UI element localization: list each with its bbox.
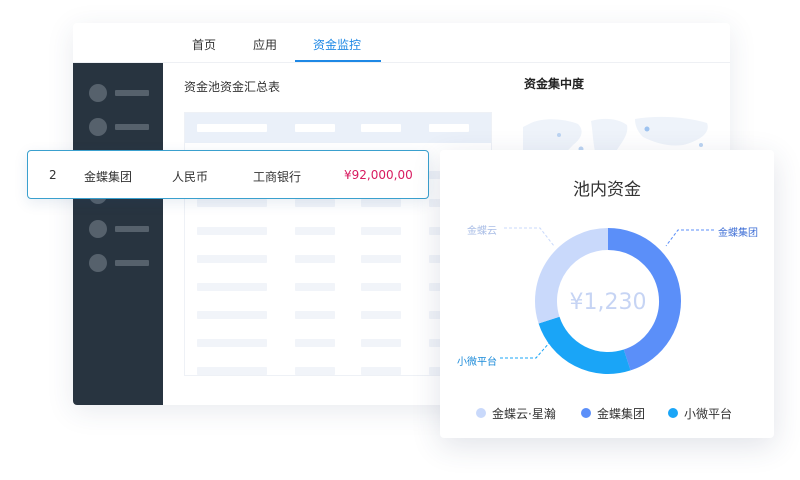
legend-dot-icon <box>668 408 678 418</box>
table-cell-placeholder <box>295 227 335 235</box>
table-cell-placeholder <box>197 311 267 319</box>
row-currency: 人民币 <box>172 170 209 184</box>
menu-item-icon <box>89 84 107 102</box>
legend-label: 金蝶集团 <box>597 407 646 421</box>
table-cell-placeholder <box>295 311 335 319</box>
chart-legend: 金蝶云·星瀚 金蝶集团 小微平台 <box>440 405 774 421</box>
row-company: 金蝶集团 <box>84 170 133 184</box>
table-header-cell-placeholder <box>429 124 469 132</box>
sidebar-item-1[interactable] <box>89 84 149 102</box>
legend-dot-icon <box>476 408 486 418</box>
table-cell-placeholder <box>361 283 401 291</box>
table-cell-placeholder <box>197 283 267 291</box>
callout-cloud: 金蝶云 <box>467 226 497 237</box>
center-value: ¥1,230 <box>570 290 647 315</box>
tab-apps[interactable]: 应用 <box>253 36 277 53</box>
concentration-title: 资金集中度 <box>524 77 585 91</box>
legend-dot-icon <box>581 408 591 418</box>
tab-fund-monitor[interactable]: 资金监控 <box>313 36 361 53</box>
table-cell-placeholder <box>197 227 267 235</box>
callout-group: 金蝶集团 <box>718 228 758 239</box>
table-cell-placeholder <box>197 199 267 207</box>
row-bank: 工商银行 <box>253 170 302 184</box>
top-tab-bar: 首页 应用 资金监控 <box>73 23 730 63</box>
table-cell-placeholder <box>361 339 401 347</box>
table-cell-placeholder <box>361 227 401 235</box>
menu-item-icon <box>89 118 107 136</box>
table-cell-placeholder <box>361 255 401 263</box>
table-cell-placeholder <box>361 367 401 375</box>
active-tab-indicator <box>295 60 381 62</box>
table-cell-placeholder <box>361 311 401 319</box>
fund-pool-card: 池内资金 ¥1,230 金蝶云 金蝶集团 小微平台 金蝶云·星瀚 金蝶集团 小微… <box>440 150 774 438</box>
table-header-cell-placeholder <box>361 124 401 132</box>
table-header-cell-placeholder <box>197 124 267 132</box>
row-index: 2 <box>49 168 57 182</box>
table-cell-placeholder <box>295 199 335 207</box>
table-header-cell-placeholder <box>295 124 335 132</box>
table-cell-placeholder <box>295 339 335 347</box>
callout-micro: 小微平台 <box>457 357 497 368</box>
table-cell-placeholder <box>295 255 335 263</box>
menu-item-icon <box>89 220 107 238</box>
sidebar-item-2[interactable] <box>89 118 149 136</box>
fund-pool-table-title: 资金池资金汇总表 <box>184 80 281 94</box>
table-cell-placeholder <box>197 367 267 375</box>
sidebar <box>73 63 163 405</box>
table-cell-placeholder <box>197 339 267 347</box>
tab-home[interactable]: 首页 <box>192 36 216 53</box>
legend-label: 小微平台 <box>684 407 733 421</box>
table-cell-placeholder <box>295 367 335 375</box>
menu-item-placeholder <box>115 226 149 232</box>
selected-table-row[interactable]: 2 金蝶集团 人民币 工商银行 ¥92,000,00 <box>27 150 429 199</box>
legend-label: 金蝶云·星瀚 <box>492 407 556 421</box>
menu-item-placeholder <box>115 90 149 96</box>
donut-chart: ¥1,230 <box>500 227 714 374</box>
table-cell-placeholder <box>197 255 267 263</box>
sidebar-item-5[interactable] <box>89 220 149 238</box>
menu-item-placeholder <box>115 124 149 130</box>
menu-item-placeholder <box>115 260 149 266</box>
table-cell-placeholder <box>295 283 335 291</box>
menu-item-icon <box>89 254 107 272</box>
table-cell-placeholder <box>361 199 401 207</box>
row-amount: ¥92,000,00 <box>344 168 413 182</box>
sidebar-item-6[interactable] <box>89 254 149 272</box>
donut-slice-2[interactable] <box>538 316 631 374</box>
